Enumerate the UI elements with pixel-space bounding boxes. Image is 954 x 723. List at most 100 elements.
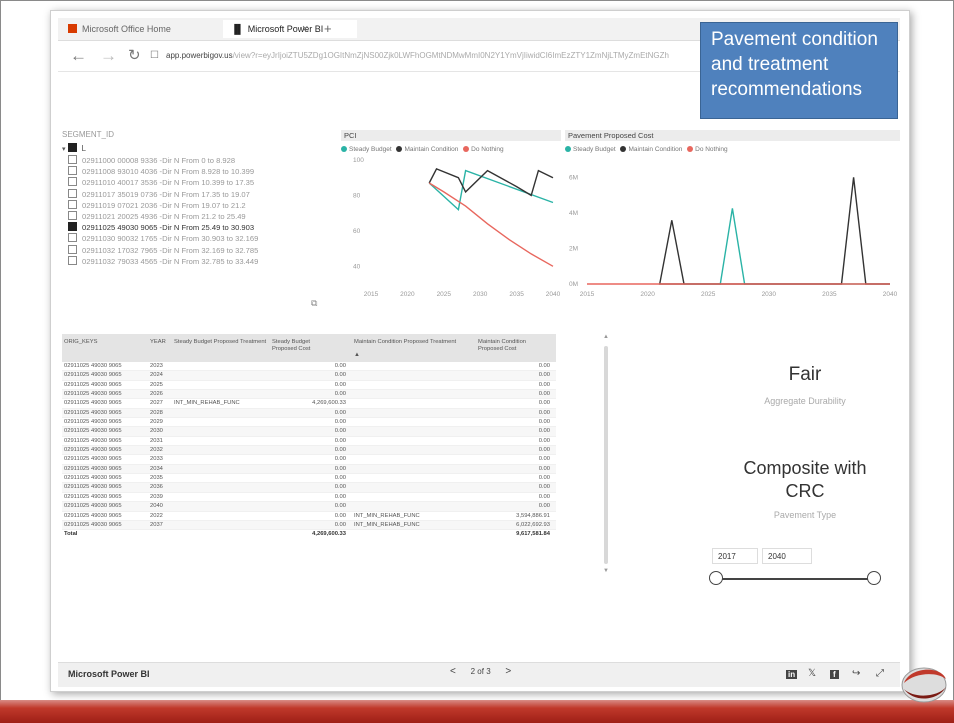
table-row[interactable]: 02911025 49030 9065 2040 0.00 0.00: [62, 502, 556, 512]
table-row[interactable]: 02911025 49030 9065 2032 0.00 0.00: [62, 446, 556, 456]
col-header[interactable]: ORIG_KEYS: [64, 339, 98, 346]
expand-icon[interactable]: ⧉: [311, 298, 317, 309]
start-year-input[interactable]: 2017: [712, 548, 758, 564]
slicer-item[interactable]: 02911032 17032 7965 -Dir N From 32.169 t…: [68, 244, 322, 256]
table-cell: 02911025 49030 9065: [64, 493, 122, 500]
table-row[interactable]: 02911025 49030 9065 2030 0.00 0.00: [62, 427, 556, 437]
checkbox-icon[interactable]: [68, 199, 77, 209]
table-cell: 02911025 49030 9065: [64, 465, 122, 472]
table-row[interactable]: 02911025 49030 9065 2037 0.00 INT_MIN_REHAB…: [62, 520, 556, 531]
checkbox-icon[interactable]: [68, 255, 77, 265]
close-tab-icon[interactable]: ×: [302, 20, 308, 38]
sort-arrow-icon[interactable]: ▲: [354, 352, 360, 359]
table-row[interactable]: 02911025 49030 9065 2028 0.00 0.00: [62, 408, 556, 419]
table-cell: 0.00: [538, 419, 550, 426]
table-cell: 0.00: [334, 381, 346, 388]
col-header[interactable]: YEAR: [150, 339, 166, 346]
table-row[interactable]: 02911025 49030 9065 2023 0.00 0.00: [62, 362, 556, 372]
tab-power-bi[interactable]: ▐▌ Microsoft Power BI: [223, 20, 357, 38]
table-cell: 02911025 49030 9065: [64, 428, 122, 435]
col-header[interactable]: Maintain Condition Proposed Cost: [478, 339, 538, 353]
refresh-icon[interactable]: ↻: [128, 46, 141, 64]
prev-page-button[interactable]: <: [450, 666, 456, 677]
table-cell: 02911025 49030 9065: [64, 409, 122, 416]
total-steady-cost: 4,269,600.33: [312, 531, 346, 538]
checkbox-icon[interactable]: [68, 210, 77, 220]
table-cell: 0.00: [334, 475, 346, 482]
slicer-item[interactable]: 02911010 40017 3536 -Dir N From 10.399 t…: [68, 177, 322, 188]
table-row[interactable]: 02911025 49030 9065 2024 0.00 0.00: [62, 371, 556, 381]
facebook-icon[interactable]: f: [830, 670, 839, 679]
table-row[interactable]: 02911025 49030 9065 2022 0.00 INT_MIN_REHAB…: [62, 512, 556, 521]
chart-legend: Steady Budget Maintain Condition Do Noth…: [565, 146, 900, 153]
url-field[interactable]: app.powerbigov.us/view?r=eyJrIjoiZTU5ZDg…: [166, 51, 756, 60]
checkbox-icon[interactable]: [68, 177, 77, 187]
slicer-item[interactable]: 02911030 90032 1765 -Dir N From 30.903 t…: [68, 233, 322, 244]
table-row[interactable]: 02911025 49030 9065 2034 0.00 0.00: [62, 464, 556, 475]
table-scrollbar[interactable]: ▲ ▼: [603, 334, 609, 576]
scroll-up-icon[interactable]: ▲: [603, 334, 609, 340]
slicer-root[interactable]: ▾ L: [62, 143, 322, 153]
checkbox-icon[interactable]: [68, 244, 77, 254]
scroll-down-icon[interactable]: ▼: [603, 568, 609, 574]
table-row[interactable]: 02911025 49030 9065 2029 0.00 0.00: [62, 418, 556, 428]
slicer-item[interactable]: 02911021 20025 4936 -Dir N From 21.2 to …: [68, 210, 322, 222]
table-cell: 02911025 49030 9065: [64, 363, 122, 369]
col-header[interactable]: Maintain Condition Proposed Treatment: [354, 339, 469, 346]
linkedin-icon[interactable]: in: [786, 670, 798, 679]
back-arrow-icon[interactable]: ←: [70, 46, 87, 66]
legend-dot: [463, 146, 470, 152]
forward-arrow-icon[interactable]: →: [100, 46, 117, 66]
checkbox-icon[interactable]: [68, 155, 77, 164]
checkbox-icon[interactable]: [67, 143, 77, 152]
fullscreen-icon[interactable]: ⤢: [876, 668, 884, 679]
x-tick-label: 2015: [364, 291, 379, 298]
table-cell: 2029: [150, 419, 163, 426]
next-page-button[interactable]: >: [505, 666, 511, 677]
table-row[interactable]: 02911025 49030 9065 2033 0.00 0.00: [62, 455, 556, 465]
table-row[interactable]: 02911025 49030 9065 2026 0.00 0.00: [62, 390, 556, 400]
series-line-maintain-condition[interactable]: [428, 168, 554, 197]
year-slider-track[interactable]: [716, 578, 874, 580]
table-cell: 2031: [150, 437, 163, 444]
slicer-item[interactable]: 02911025 49030 9065 -Dir N From 25.49 to…: [68, 222, 322, 233]
slicer-item[interactable]: 02911032 79033 4565 -Dir N From 32.785 t…: [68, 255, 322, 267]
tab-label: Microsoft Power BI: [247, 24, 324, 34]
checkbox-icon[interactable]: [68, 222, 77, 232]
slicer-item[interactable]: 02911008 93010 4036 -Dir N From 8.928 to…: [68, 166, 322, 177]
tab-office-home[interactable]: Microsoft Office Home: [68, 20, 171, 38]
col-header[interactable]: Steady Budget Proposed Cost: [272, 339, 332, 353]
table-row[interactable]: 02911025 49030 9065 2039 0.00 0.00: [62, 493, 556, 503]
slicer-item[interactable]: 02911019 07021 2036 -Dir N From 19.07 to…: [68, 199, 322, 211]
col-header[interactable]: Steady Budget Proposed Treatment: [174, 339, 266, 346]
year-slider-start-handle[interactable]: [709, 571, 723, 585]
table-cell: 0.00: [334, 391, 346, 398]
table-cell: 2034: [150, 465, 163, 472]
table-cell: 2026: [150, 391, 163, 398]
segment-slicer: SEGMENT_ID ▾ L 02911000 00008 9336 -Dir N…: [62, 130, 322, 267]
table-row[interactable]: 02911025 49030 9065 2027 INT_MIN_REHAB_FUN…: [62, 399, 556, 409]
table-cell: 0.00: [538, 400, 550, 407]
end-year-input[interactable]: 2040: [762, 548, 812, 564]
series-line-steady-budget[interactable]: [428, 169, 554, 211]
twitter-icon[interactable]: 𝕏: [808, 668, 816, 679]
table-row[interactable]: 02911025 49030 9065 2025 0.00 0.00: [62, 381, 556, 391]
slicer-item[interactable]: 02911000 00008 9336 -Dir N From 0 to 8.9…: [68, 155, 322, 166]
checkbox-icon[interactable]: [68, 188, 77, 198]
pavement-type-line1: Composite with: [743, 458, 867, 478]
slicer-item[interactable]: 02911017 35019 0736 -Dir N From 17.35 to…: [68, 188, 322, 200]
scroll-thumb[interactable]: [604, 346, 608, 564]
new-tab-button[interactable]: +: [324, 20, 332, 38]
table-row[interactable]: 02911025 49030 9065 2031 0.00 0.00: [62, 437, 556, 447]
series-line-maintain-condition[interactable]: [658, 177, 890, 285]
checkbox-icon[interactable]: [68, 233, 77, 243]
share-icon[interactable]: ↪: [852, 668, 860, 679]
checkbox-icon[interactable]: [68, 166, 77, 176]
table-row[interactable]: 02911025 49030 9065 2035 0.00 0.00: [62, 474, 556, 484]
cost-chart: Pavement Proposed Cost Steady Budget Mai…: [565, 130, 900, 300]
table-cell: 02911025 49030 9065: [64, 419, 122, 426]
year-slider-end-handle[interactable]: [867, 571, 881, 585]
table-cell: 2027: [150, 400, 163, 407]
pci-chart: PCI Steady Budget Maintain Condition Do …: [341, 130, 561, 300]
table-row[interactable]: 02911025 49030 9065 2036 0.00 0.00: [62, 483, 556, 493]
